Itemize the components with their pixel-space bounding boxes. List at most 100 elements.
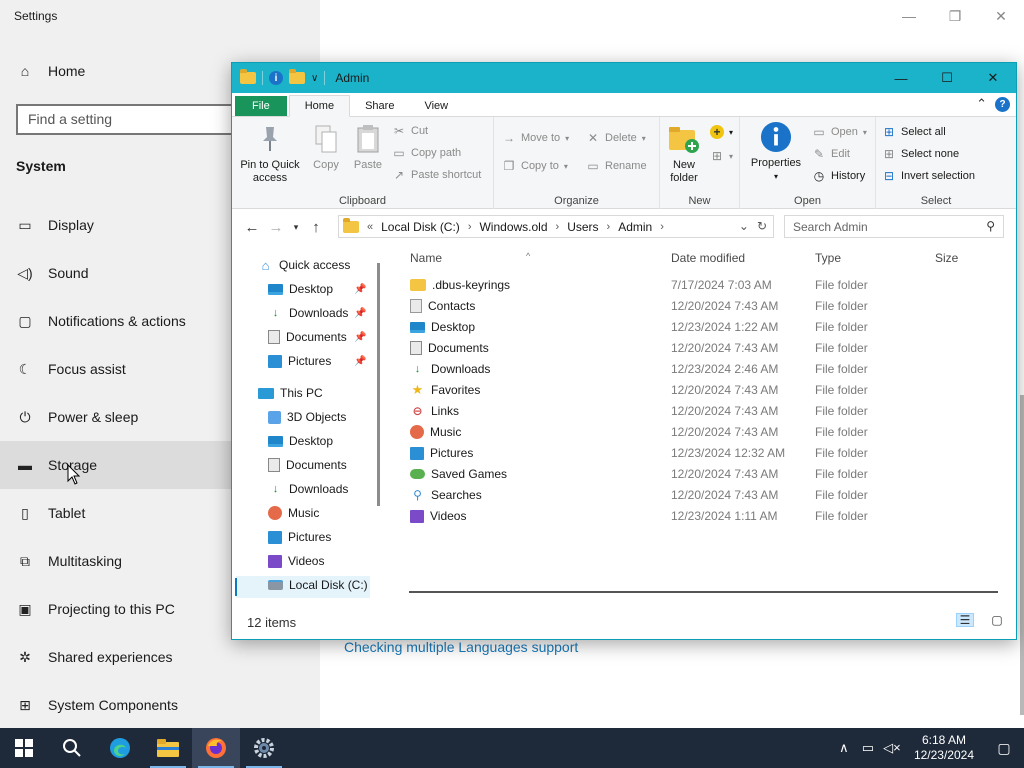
new-folder-button[interactable]: New folder — [664, 123, 704, 185]
copy-path-button[interactable]: ▭ Copy path — [392, 146, 461, 160]
rename-button[interactable]: ▭ Rename — [586, 159, 646, 173]
file-row[interactable]: Contacts 12/20/2024 7:43 AM File folder — [402, 296, 1002, 317]
chevron-right-icon[interactable]: › — [607, 221, 611, 233]
column-name[interactable]: Name — [410, 251, 442, 265]
new-folder-icon[interactable] — [289, 69, 305, 84]
chevron-up-icon[interactable]: ⌃ — [976, 96, 987, 112]
breadcrumb-admin[interactable]: Admin — [618, 220, 652, 234]
forward-arrow-icon[interactable]: → — [264, 219, 288, 236]
nav-pc-documents[interactable]: Documents — [268, 458, 347, 472]
pin-icon[interactable]: 📌 — [354, 284, 366, 295]
settings-nav-shared[interactable]: ✲ Shared experiences — [0, 633, 320, 681]
maximize-icon[interactable]: ☐ — [924, 63, 970, 93]
invert-selection-button[interactable]: ⊟ Invert selection — [882, 169, 975, 183]
explorer-search-input[interactable]: Search Admin ⚲ — [784, 215, 1004, 238]
nav-quick-documents[interactable]: Documents — [268, 330, 347, 344]
open-button[interactable]: ▭ Open ▾ — [812, 125, 867, 139]
recent-locations-icon[interactable]: ▾ — [288, 222, 304, 233]
minimize-icon[interactable]: — — [886, 0, 932, 32]
breadcrumb-windows-old[interactable]: Windows.old — [479, 220, 547, 234]
nav-pc-3d-objects[interactable]: 3D Objects — [268, 410, 346, 424]
column-date-modified[interactable]: Date modified — [671, 251, 745, 265]
nav-pane-scrollbar[interactable] — [377, 263, 380, 506]
new-item-button[interactable]: + ▾ — [710, 125, 733, 139]
nav-pc-local-disk[interactable]: Local Disk (C:) — [268, 578, 368, 592]
pin-icon[interactable]: 📌 — [354, 332, 366, 343]
details-view-icon[interactable]: ☰ — [956, 613, 974, 627]
taskbar-firefox-button[interactable] — [192, 728, 240, 768]
breadcrumb-local-disk[interactable]: Local Disk (C:) — [381, 220, 460, 234]
clock[interactable]: 6:18 AM 12/23/2024 — [904, 733, 984, 763]
paste-shortcut-button[interactable]: ↗ Paste shortcut — [392, 168, 481, 182]
delete-button[interactable]: ✕ Delete ▾ — [586, 131, 646, 145]
move-to-button[interactable]: → Move to ▾ — [502, 131, 569, 145]
refresh-icon[interactable]: ↻ — [757, 219, 767, 233]
address-bar[interactable]: « Local Disk (C:) › Windows.old › Users … — [338, 215, 774, 238]
large-icons-view-icon[interactable]: ▢ — [988, 613, 1006, 627]
languages-support-link[interactable]: Checking multiple Languages support — [344, 639, 578, 655]
file-row[interactable]: Pictures 12/23/2024 12:32 AM File folder — [402, 443, 1002, 464]
file-row[interactable]: ⚲ Searches 12/20/2024 7:43 AM File folder — [402, 485, 1002, 506]
select-all-button[interactable]: ⊞ Select all — [882, 125, 946, 139]
file-row[interactable]: ★ Favorites 12/20/2024 7:43 AM File folde… — [402, 380, 1002, 401]
nav-this-pc[interactable]: This PC — [258, 386, 323, 400]
properties-icon[interactable]: i — [269, 71, 283, 85]
file-row[interactable]: Videos 12/23/2024 1:11 AM File folder — [402, 506, 1002, 527]
address-overflow[interactable]: « — [367, 221, 373, 233]
nav-quick-downloads[interactable]: ↓ Downloads — [268, 306, 349, 320]
pin-icon[interactable]: 📌 — [354, 308, 366, 319]
pin-icon[interactable]: 📌 — [354, 356, 366, 367]
chevron-right-icon[interactable]: › — [468, 221, 472, 233]
pin-to-quick-access-button[interactable]: Pin to Quick access — [238, 123, 302, 185]
close-icon[interactable]: ✕ — [970, 63, 1016, 93]
taskbar-file-explorer-button[interactable] — [144, 728, 192, 768]
file-row[interactable]: Music 12/20/2024 7:43 AM File folder — [402, 422, 1002, 443]
tab-share[interactable]: Share — [350, 96, 409, 116]
copy-to-button[interactable]: ❐ Copy to ▾ — [502, 159, 568, 173]
copy-button[interactable]: Copy — [306, 123, 346, 172]
explorer-titlebar[interactable]: i ∨ Admin — ☐ ✕ — [232, 63, 1016, 93]
taskbar-search-button[interactable] — [48, 728, 96, 768]
nav-pc-music[interactable]: Music — [268, 506, 319, 520]
tab-file[interactable]: File — [235, 96, 287, 116]
file-list-horizontal-scrollbar[interactable] — [409, 591, 998, 593]
nav-pc-downloads[interactable]: ↓ Downloads — [268, 482, 349, 496]
nav-pc-videos[interactable]: Videos — [268, 554, 324, 568]
nav-quick-desktop[interactable]: Desktop — [268, 282, 333, 296]
file-row[interactable]: ⊖ Links 12/20/2024 7:43 AM File folder — [402, 401, 1002, 422]
taskbar-settings-button[interactable] — [240, 728, 288, 768]
nav-pc-desktop[interactable]: Desktop — [268, 434, 333, 448]
file-row[interactable]: Saved Games 12/20/2024 7:43 AM File fold… — [402, 464, 1002, 485]
start-button[interactable] — [0, 728, 48, 768]
breadcrumb-users[interactable]: Users — [567, 220, 598, 234]
column-type[interactable]: Type — [815, 251, 841, 265]
settings-nav-components[interactable]: ⊞ System Components — [0, 681, 320, 729]
select-none-button[interactable]: ⊞ Select none — [882, 147, 959, 161]
file-row[interactable]: ↓ Downloads 12/23/2024 2:46 AM File folde… — [402, 359, 1002, 380]
tab-view[interactable]: View — [409, 96, 463, 116]
close-icon[interactable]: ✕ — [978, 0, 1024, 32]
nav-quick-access[interactable]: ⌂ Quick access — [258, 258, 351, 273]
paste-button[interactable]: Paste — [348, 123, 388, 172]
column-size[interactable]: Size — [935, 251, 958, 265]
help-icon[interactable]: ? — [995, 96, 1010, 112]
maximize-icon[interactable]: ❐ — [932, 0, 978, 32]
history-button[interactable]: ◷ History — [812, 169, 865, 183]
chevron-down-icon[interactable]: ⌄ — [739, 219, 749, 233]
taskbar-edge-button[interactable] — [96, 728, 144, 768]
settings-home-link[interactable]: ⌂ Home — [16, 62, 86, 80]
chevron-up-icon[interactable]: ∧ — [832, 740, 856, 756]
chevron-down-icon[interactable]: ∨ — [311, 73, 318, 84]
chevron-right-icon[interactable]: › — [556, 221, 560, 233]
file-row[interactable]: .dbus-keyrings 7/17/2024 7:03 AM File fo… — [402, 275, 1002, 296]
cut-button[interactable]: ✂ Cut — [392, 124, 428, 138]
notification-icon[interactable]: ▢ — [984, 740, 1024, 757]
minimize-icon[interactable]: — — [878, 63, 924, 93]
tab-home[interactable]: Home — [288, 95, 351, 117]
file-row[interactable]: Documents 12/20/2024 7:43 AM File folder — [402, 338, 1002, 359]
nav-pc-pictures[interactable]: Pictures — [268, 530, 331, 544]
properties-button[interactable]: Properties ▾ — [746, 121, 806, 183]
chevron-right-icon[interactable]: › — [660, 221, 664, 233]
file-row[interactable]: Desktop 12/23/2024 1:22 AM File folder — [402, 317, 1002, 338]
easy-access-button[interactable]: ⊞ ▾ — [710, 149, 733, 163]
